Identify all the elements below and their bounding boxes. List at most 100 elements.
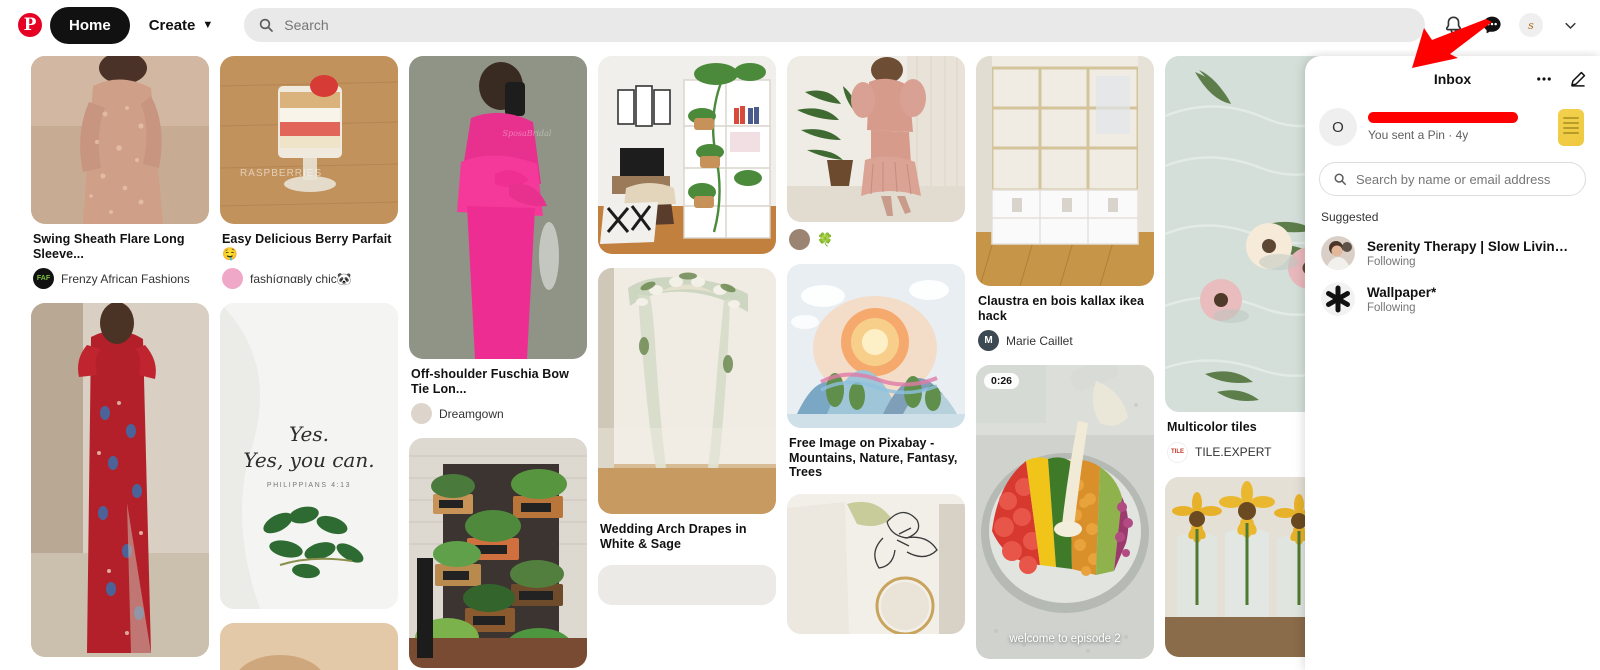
conversation-pin-thumbnail[interactable]	[1558, 108, 1584, 146]
pin-card[interactable]: Free Image on Pixabay - Mountains, Natur…	[787, 264, 965, 480]
author-avatar: FAF	[33, 268, 54, 290]
pin-image[interactable]: Yes. Yes, you can. PHILIPPIANS 4:13	[220, 303, 398, 610]
pin-card[interactable]	[598, 565, 776, 606]
account-avatar-button[interactable]: s	[1513, 7, 1549, 43]
pin-image[interactable]	[598, 565, 776, 606]
author-name: Dreamgown	[439, 406, 504, 421]
pin-author[interactable]: 🍀	[789, 229, 963, 250]
pin-card[interactable]: RASPBERRIES Easy Delicious Berry Parfait…	[220, 56, 398, 290]
messages-button[interactable]	[1474, 7, 1510, 43]
pin-image[interactable]	[31, 303, 209, 658]
notifications-button[interactable]	[1435, 7, 1471, 43]
partial-pin-photo	[220, 623, 398, 670]
author-avatar	[222, 268, 243, 290]
svg-text:Yes, you can.: Yes, you can.	[243, 448, 374, 472]
inbox-search-input[interactable]	[1356, 171, 1572, 187]
redacted-name-bar	[1368, 112, 1518, 123]
inbox-more-options-button[interactable]	[1532, 67, 1556, 91]
pin-image[interactable]	[220, 623, 398, 670]
thumbnail-lines	[1563, 116, 1579, 138]
contact-name: Wallpaper*	[1367, 284, 1437, 300]
inbox-header: Inbox	[1305, 56, 1600, 102]
pin-image[interactable]	[598, 268, 776, 514]
fuschia-bow-dress-photo: SposaBridal	[409, 56, 587, 359]
berry-parfait-photo: RASPBERRIES	[220, 56, 398, 224]
suggested-label: Suggested	[1321, 210, 1379, 224]
pin-card[interactable]	[598, 56, 776, 254]
video-caption: welcome to episode 2	[1009, 633, 1121, 646]
pin-card[interactable]: 🍀	[787, 56, 965, 250]
account-menu-chevron[interactable]	[1552, 7, 1588, 43]
pencil-icon	[1571, 71, 1586, 87]
pin-card[interactable]	[31, 303, 209, 658]
pin-image[interactable]	[976, 56, 1154, 286]
photo-avatar-icon	[1321, 236, 1355, 270]
conversation-preview: You sent a Pin · 4y	[1368, 128, 1469, 142]
pin-card[interactable]: Yes. Yes, you can. PHILIPPIANS 4:13	[220, 303, 398, 610]
pin-card[interactable]	[409, 438, 587, 669]
contact-avatar	[1321, 236, 1355, 270]
red-ankara-dress-photo	[31, 303, 209, 658]
pin-image[interactable]	[787, 56, 965, 222]
pin-author[interactable]: M Marie Caillet	[978, 330, 1152, 352]
inbox-search-field[interactable]	[1319, 162, 1586, 196]
home-button[interactable]: Home	[50, 6, 130, 44]
video-duration-badge: 0:26	[984, 373, 1020, 390]
pin-card[interactable]: 0:26 welcome to episode 2	[976, 365, 1154, 660]
pin-title[interactable]: Free Image on Pixabay - Mountains, Natur…	[789, 436, 963, 480]
author-avatar: M	[978, 330, 999, 352]
partial-pin-photo	[598, 565, 776, 606]
blush-mermaid-dress-photo	[787, 56, 965, 222]
conversation-row[interactable]: O You sent a Pin · 4y	[1305, 102, 1600, 152]
feed-column: Wedding Arch Drapes in White & Sage	[598, 56, 776, 619]
pin-title[interactable]: Easy Delicious Berry Parfait 🤤	[222, 232, 396, 261]
chevron-down-icon	[1564, 22, 1576, 29]
kallax-hack-photo	[976, 56, 1154, 286]
feed-column: SposaBridal Off-shoulder Fuschia Bow Tie…	[409, 56, 587, 670]
feed-column: Swing Sheath Flare Long Sleeve... FAF Fr…	[31, 56, 209, 670]
contact-avatar	[1321, 282, 1355, 316]
svg-text:SposaBridal: SposaBridal	[502, 129, 551, 138]
contact-status: Following	[1367, 255, 1416, 268]
search-input[interactable]	[284, 17, 1411, 33]
feed-column: Claustra en bois kallax ikea hack M Mari…	[976, 56, 1154, 670]
svg-text:RASPBERRIES: RASPBERRIES	[240, 168, 322, 179]
compose-message-button[interactable]	[1566, 67, 1590, 91]
feed-column: 🍀 Free Image on Pixabay - Mountains, Nat…	[787, 56, 965, 648]
pin-author[interactable]: Dreamgown	[411, 403, 585, 425]
pin-title[interactable]: Claustra en bois kallax ikea hack	[978, 294, 1152, 323]
search-bar[interactable]	[244, 8, 1425, 42]
contact-info: Serenity Therapy | Slow Living &... Foll…	[1367, 239, 1572, 268]
pin-image[interactable]	[787, 493, 965, 634]
messages-icon	[1483, 16, 1501, 34]
ellipsis-icon	[1537, 77, 1551, 81]
pin-card[interactable]: SposaBridal Off-shoulder Fuschia Bow Tie…	[409, 56, 587, 425]
pin-image[interactable]	[787, 264, 965, 428]
suggested-contact-row[interactable]: Wallpaper* Following	[1305, 276, 1600, 322]
pin-title[interactable]: Wedding Arch Drapes in White & Sage	[600, 522, 774, 551]
create-label: Create	[148, 16, 196, 34]
video-pin-image[interactable]: 0:26 welcome to episode 2	[976, 365, 1154, 660]
pin-author[interactable]: FAF Frenzy African Fashions	[33, 268, 207, 290]
pin-card[interactable]: Swing Sheath Flare Long Sleeve... FAF Fr…	[31, 56, 209, 290]
pin-image[interactable]	[409, 438, 587, 669]
author-avatar	[789, 229, 810, 250]
chickpea-salad-video-photo	[976, 365, 1154, 660]
pin-image[interactable]	[598, 56, 776, 254]
pin-image[interactable]: SposaBridal	[409, 56, 587, 359]
pinterest-logo[interactable]: P	[18, 13, 42, 37]
pin-card[interactable]: Wedding Arch Drapes in White & Sage	[598, 268, 776, 551]
create-menu-button[interactable]: Create ▼	[134, 6, 229, 45]
pixabay-fantasy-photo	[787, 264, 965, 428]
pin-image[interactable]	[31, 56, 209, 224]
contact-status: Following	[1367, 301, 1416, 314]
pin-title[interactable]: Swing Sheath Flare Long Sleeve...	[33, 232, 207, 261]
scripture-quote-photo: Yes. Yes, you can. PHILIPPIANS 4:13	[220, 303, 398, 610]
pin-author[interactable]: fashíσnαʙly chic🐼	[222, 268, 396, 290]
pin-card[interactable]	[787, 493, 965, 634]
pin-card[interactable]	[220, 623, 398, 670]
pin-card[interactable]: Claustra en bois kallax ikea hack M Mari…	[976, 56, 1154, 352]
pin-image[interactable]: RASPBERRIES	[220, 56, 398, 224]
suggested-contact-row[interactable]: Serenity Therapy | Slow Living &... Foll…	[1305, 230, 1600, 276]
pin-title[interactable]: Off-shoulder Fuschia Bow Tie Lon...	[411, 367, 585, 396]
